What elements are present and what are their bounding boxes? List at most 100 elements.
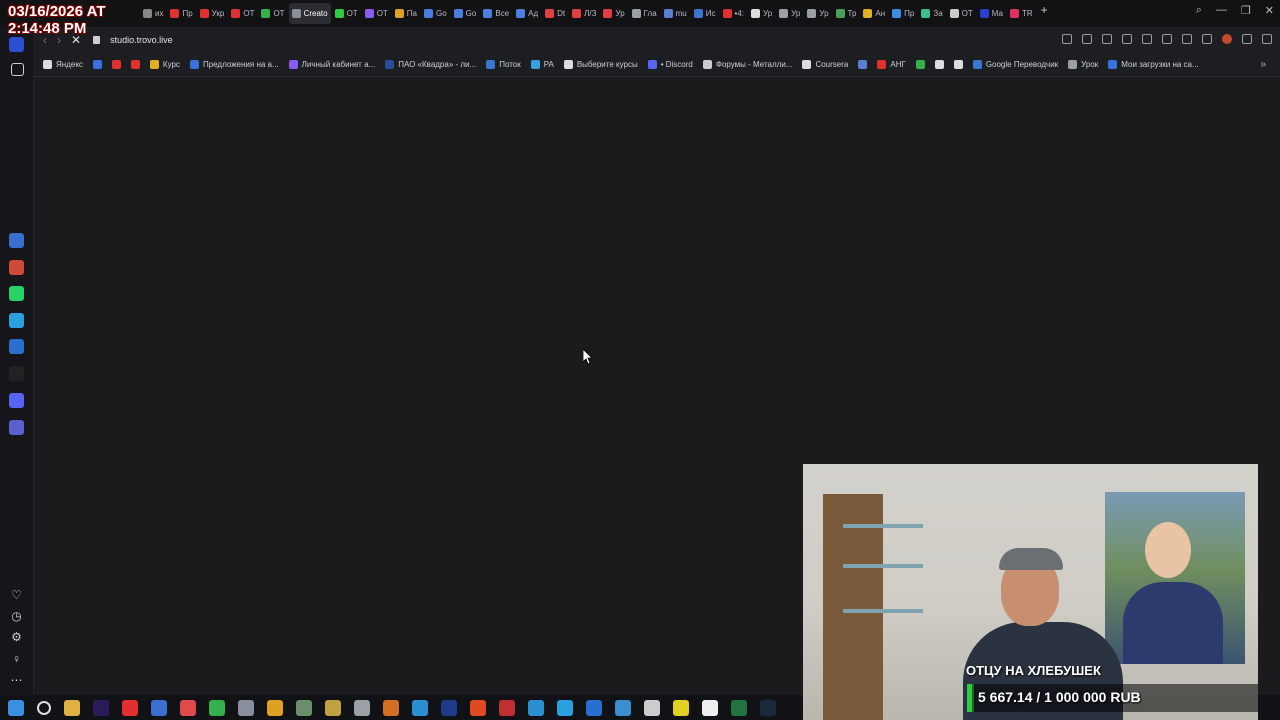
browser-tab[interactable]: Укр xyxy=(197,3,228,24)
bookmark-item[interactable]: Яндекс xyxy=(43,60,83,69)
browser-tab[interactable]: Ма xyxy=(977,3,1006,24)
browser-tab[interactable]: ОТ xyxy=(362,3,391,24)
vk-icon[interactable] xyxy=(9,339,24,354)
bookmark-item[interactable]: Урок xyxy=(1068,60,1098,69)
browser-tab[interactable]: Па xyxy=(392,3,420,24)
app-icon[interactable] xyxy=(412,699,428,716)
aria-icon[interactable] xyxy=(9,233,24,248)
browser-tab[interactable]: Все xyxy=(480,3,512,24)
browser-tab[interactable]: За xyxy=(918,3,945,24)
home-icon[interactable] xyxy=(9,37,24,52)
browser-tab[interactable]: иx xyxy=(140,3,166,24)
bookmark-item[interactable]: Курс xyxy=(149,60,180,69)
bookmark-item[interactable]: Google Переводчик xyxy=(972,60,1058,69)
browser-tab[interactable]: Creato xyxy=(288,3,331,24)
discord-icon[interactable] xyxy=(9,393,24,408)
settings-icon[interactable] xyxy=(1262,34,1272,44)
premiere-icon[interactable] xyxy=(93,699,109,716)
bookmark-item[interactable]: PA xyxy=(530,60,554,69)
browser-tab[interactable]: •4: xyxy=(720,3,747,24)
excel-icon[interactable] xyxy=(731,699,747,716)
bookmark-item[interactable] xyxy=(111,60,121,69)
bookmark-item[interactable]: Coursera xyxy=(802,60,848,69)
restore-button[interactable]: ❐ xyxy=(1241,4,1251,17)
bookmark-item[interactable]: Мои загрузки на са... xyxy=(1108,60,1199,69)
bulb-icon[interactable]: ♀ xyxy=(10,653,23,666)
chrome-icon[interactable] xyxy=(267,699,283,716)
download-icon[interactable] xyxy=(1162,34,1172,44)
app-icon[interactable] xyxy=(528,699,544,716)
bookmark-item[interactable]: Личный кабинет а... xyxy=(288,60,375,69)
browser-tab[interactable]: Ур xyxy=(804,3,831,24)
history-icon[interactable]: ◷ xyxy=(10,610,23,623)
minimize-button[interactable]: — xyxy=(1216,4,1227,17)
camera-icon[interactable] xyxy=(1082,34,1092,44)
browser-tab[interactable]: Ан xyxy=(860,3,888,24)
browser-tab[interactable]: TR xyxy=(1007,3,1036,24)
gmail-icon[interactable] xyxy=(9,260,24,275)
calculator-icon[interactable] xyxy=(238,699,254,716)
bookmark-item[interactable] xyxy=(92,60,102,69)
heart-icon[interactable]: ♡ xyxy=(10,589,23,602)
edge-icon[interactable] xyxy=(586,699,602,716)
telegram-icon[interactable] xyxy=(557,699,573,716)
browser-tab[interactable]: Ис xyxy=(691,3,719,24)
browser-tab[interactable]: ОТ xyxy=(332,3,361,24)
bookmark-item[interactable] xyxy=(130,60,140,69)
app-icon[interactable] xyxy=(644,699,660,716)
yandex-icon[interactable] xyxy=(122,699,138,716)
bookmark-item[interactable] xyxy=(915,60,925,69)
browser-tab[interactable]: ОТ xyxy=(258,3,287,24)
vpn-icon[interactable] xyxy=(1242,34,1252,44)
app-icon[interactable] xyxy=(673,699,689,716)
telegram-icon[interactable] xyxy=(9,313,24,328)
heart-icon[interactable] xyxy=(1142,34,1152,44)
bookmarks-more-icon[interactable]: » xyxy=(1260,59,1266,70)
bookmark-item[interactable] xyxy=(934,60,944,69)
app-icon[interactable] xyxy=(325,699,341,716)
browser-tab[interactable]: ОТ xyxy=(228,3,257,24)
settings-icon[interactable] xyxy=(354,699,370,716)
browser-tab[interactable]: Гла xyxy=(629,3,660,24)
app-icon[interactable] xyxy=(499,699,515,716)
browser-tab[interactable]: ОТ xyxy=(947,3,976,24)
bookmark-item[interactable]: Форумы - Металли... xyxy=(702,60,792,69)
bookmark-item[interactable]: Выберите курсы xyxy=(563,60,638,69)
more-icon[interactable]: ⋯ xyxy=(10,674,23,687)
browser-tab[interactable]: Ур xyxy=(600,3,627,24)
browser-tab[interactable]: mu xyxy=(661,3,690,24)
bookmark-item[interactable] xyxy=(858,60,868,69)
new-tab-icon[interactable]: + xyxy=(1041,3,1048,24)
bookmark-item[interactable]: • Discord xyxy=(647,60,693,69)
notepad-icon[interactable] xyxy=(702,699,718,716)
app-icon[interactable] xyxy=(9,420,24,435)
browser-tab[interactable]: Пр xyxy=(167,3,195,24)
browser-tab[interactable]: Go xyxy=(421,3,450,24)
browser-tab[interactable]: Ур xyxy=(776,3,803,24)
profile-icon[interactable] xyxy=(1202,34,1212,44)
bookmark-item[interactable] xyxy=(953,60,963,69)
yandex-browser-icon[interactable] xyxy=(180,699,196,716)
menu-icon[interactable] xyxy=(1182,34,1192,44)
explorer-icon[interactable] xyxy=(64,699,80,716)
close-button[interactable]: ✕ xyxy=(1265,4,1274,17)
app-icon[interactable] xyxy=(383,699,399,716)
edit-icon[interactable] xyxy=(1062,34,1072,44)
whatsapp-icon[interactable] xyxy=(9,286,24,301)
bookmark-item[interactable]: ПАО «Квадра» - ли... xyxy=(385,60,476,69)
browser-tab[interactable]: Dt xyxy=(542,3,568,24)
start-icon[interactable] xyxy=(8,699,24,716)
browser-tab[interactable]: Ад xyxy=(513,3,541,24)
lock-icon[interactable] xyxy=(93,36,101,44)
browser-tab[interactable]: Пр xyxy=(889,3,917,24)
browser-tab[interactable]: Тр xyxy=(833,3,860,24)
app-icon[interactable] xyxy=(209,699,225,716)
bookmark-item[interactable]: АНГ xyxy=(877,60,906,69)
bookmark-item[interactable]: Предложения на а... xyxy=(189,60,279,69)
app-icon[interactable] xyxy=(151,699,167,716)
browser-tab[interactable]: Ур xyxy=(748,3,775,24)
search-icon[interactable] xyxy=(37,700,51,715)
steam-icon[interactable] xyxy=(760,699,776,716)
bookmark-item[interactable]: Поток xyxy=(486,60,521,69)
edge-icon[interactable] xyxy=(615,699,631,716)
